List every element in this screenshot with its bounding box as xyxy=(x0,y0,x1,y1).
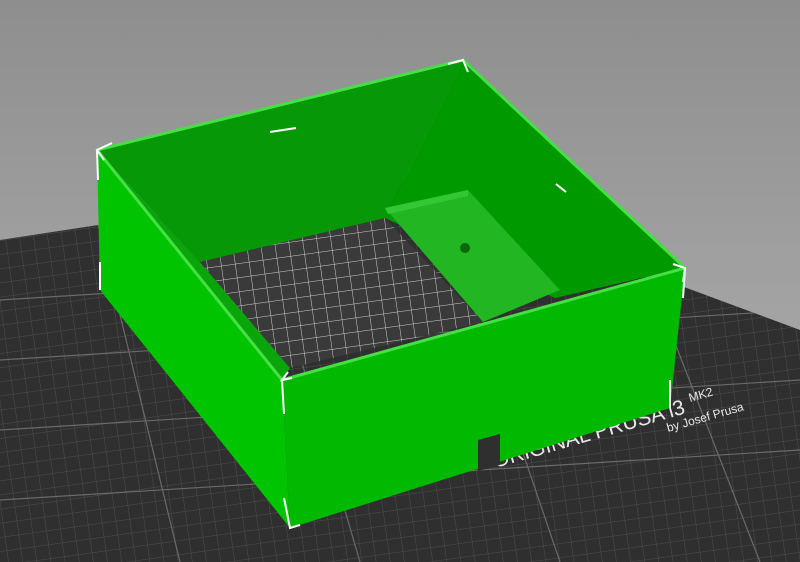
3d-viewport[interactable]: ORIGINAL PRUSA i3 MK2 by Josef Prusa xyxy=(0,0,800,562)
ledge-hole xyxy=(460,243,470,253)
scene-canvas[interactable]: ORIGINAL PRUSA i3 MK2 by Josef Prusa xyxy=(0,0,800,562)
box-notch xyxy=(478,434,500,471)
